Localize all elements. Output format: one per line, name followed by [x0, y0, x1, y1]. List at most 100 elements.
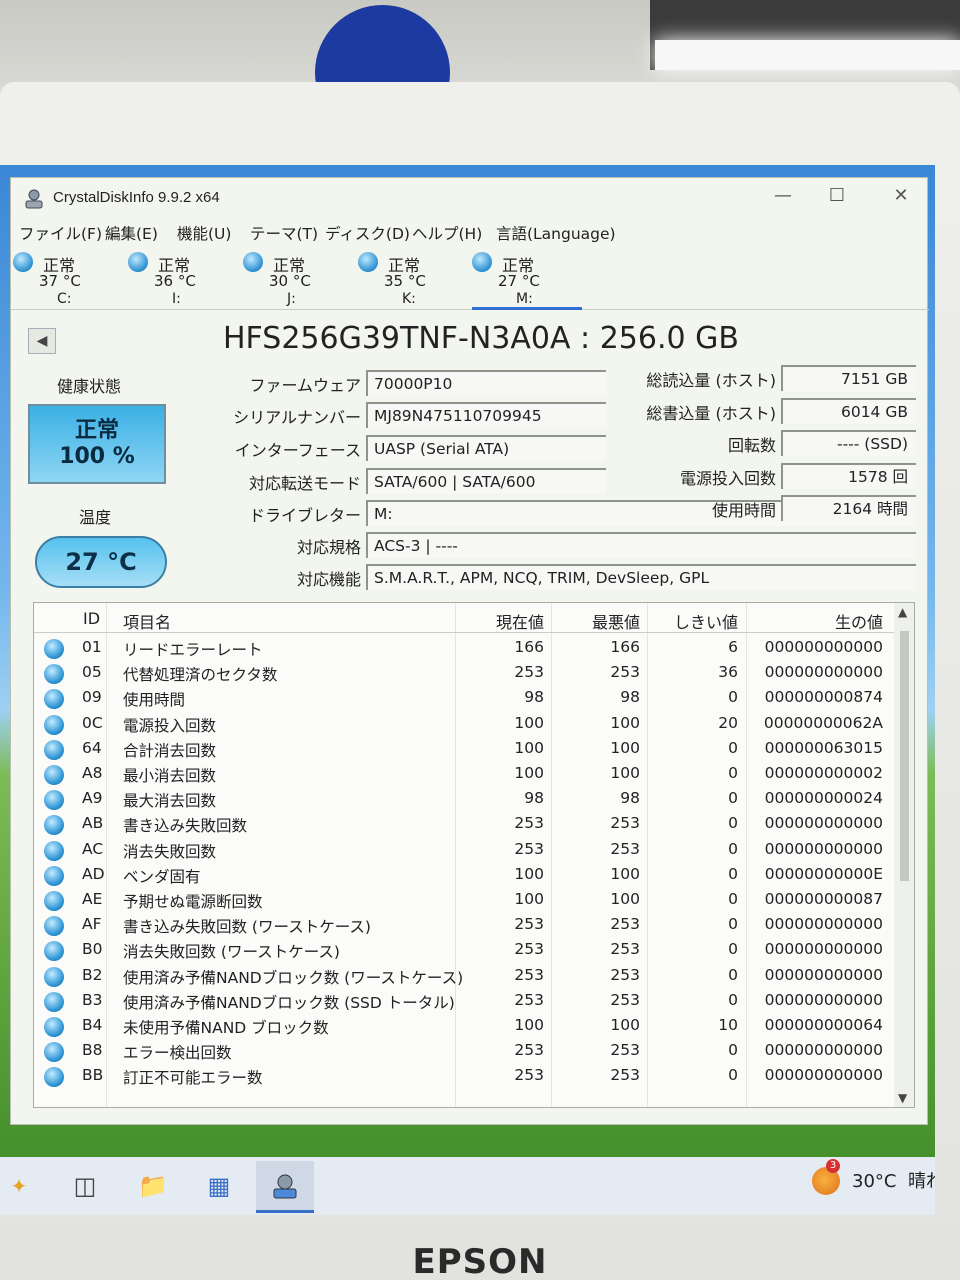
- table-row[interactable]: 0C 電源投入回数 100 100 20 00000000062A: [34, 712, 894, 737]
- interface-label: インターフェース: [234, 441, 361, 460]
- cell-worst: 253: [610, 1066, 640, 1085]
- menu-language[interactable]: 言語(Language): [496, 222, 616, 244]
- cell-raw: 000000000000: [764, 1041, 883, 1060]
- cell-current: 253: [514, 1066, 544, 1085]
- menu-disk[interactable]: ディスク(D): [325, 222, 410, 244]
- status-orb-icon: [243, 252, 263, 272]
- task-view-icon[interactable]: ◫: [68, 1169, 102, 1203]
- cell-current: 100: [514, 890, 544, 908]
- cell-id: B3: [82, 990, 103, 1009]
- header-id[interactable]: ID: [83, 609, 100, 628]
- close-icon[interactable]: ✕: [881, 181, 921, 211]
- cell-raw: 00000000000E: [764, 864, 883, 883]
- table-row[interactable]: 64 合計消去回数 100 100 0 000000063015: [34, 737, 894, 762]
- cell-id: AB: [82, 814, 104, 833]
- header-current[interactable]: 現在値: [454, 609, 544, 633]
- table-row[interactable]: B0 消去失敗回数 (ワーストケース) 253 253 0 000000000000: [34, 938, 894, 963]
- table-row[interactable]: B2 使用済み予備NANDブロック数 (ワーストケース) 253 253 0 000000…: [34, 964, 894, 989]
- cell-id: B8: [82, 1041, 103, 1060]
- status-orb-icon: [44, 916, 64, 937]
- scroll-down-icon[interactable]: ▼: [898, 1091, 907, 1105]
- table-row[interactable]: B3 使用済み予備NANDブロック数 (SSD トータル) 253 253 0 00000…: [34, 989, 894, 1014]
- cell-worst: 253: [610, 940, 640, 959]
- scroll-up-icon[interactable]: ▲: [898, 605, 907, 619]
- header-raw[interactable]: 生の値: [745, 609, 883, 633]
- disk-temp: 30 °C: [269, 272, 311, 290]
- control-panel-icon[interactable]: ▦: [202, 1169, 236, 1203]
- cell-id: 05: [82, 663, 102, 682]
- cell-current: 100: [514, 864, 544, 883]
- cell-attribute: 使用済み予備NANDブロック数 (SSD トータル): [123, 993, 455, 1012]
- health-status: 正常: [74, 418, 119, 443]
- disk-tab-i[interactable]: 正常 36 °C I:: [128, 248, 238, 310]
- cell-id: 64: [82, 738, 102, 757]
- cell-raw: 000000000002: [764, 764, 883, 782]
- power-on-hours-label: 使用時間: [711, 501, 776, 520]
- cell-current: 253: [514, 1041, 544, 1060]
- status-orb-icon: [44, 639, 64, 659]
- table-row[interactable]: AC 消去失敗回数 253 253 0 000000000000: [34, 838, 894, 863]
- table-row[interactable]: BB 訂正不可能エラー数 253 253 0 000000000000: [34, 1064, 894, 1089]
- cell-worst: 100: [610, 864, 640, 883]
- table-row[interactable]: A8 最小消去回数 100 100 0 000000000002: [34, 762, 894, 787]
- monitor-brand-logo: EPSON: [412, 1242, 548, 1280]
- cell-raw: 00000000062A: [763, 713, 883, 732]
- crystaldiskinfo-taskbar-button[interactable]: [256, 1161, 314, 1213]
- cell-id: BB: [82, 1066, 104, 1085]
- table-row[interactable]: 01 リードエラーレート 166 166 6 000000000000: [34, 636, 894, 661]
- scroll-thumb[interactable]: [900, 631, 909, 881]
- minimize-icon[interactable]: —: [763, 181, 803, 211]
- menu-help[interactable]: ヘルプ(H): [412, 222, 482, 244]
- cell-attribute: ベンダ固有: [123, 867, 201, 886]
- table-row[interactable]: B4 未使用予備NAND ブロック数 100 100 10 000000000064: [34, 1014, 894, 1039]
- smart-table: ID 項目名 現在値 最悪値 しきい値 生の値 01 リードエラーレート 166 16…: [33, 602, 915, 1108]
- drive-letter-label: ドライブレター: [248, 506, 361, 525]
- menu-theme[interactable]: テーマ(T): [250, 222, 318, 244]
- cell-worst: 100: [610, 1016, 640, 1034]
- table-scrollbar[interactable]: ▲ ▼: [894, 603, 914, 1107]
- widgets-icon[interactable]: ✦: [2, 1169, 36, 1203]
- maximize-icon[interactable]: ☐: [817, 181, 857, 211]
- disk-tab-m[interactable]: 正常 27 °C M:: [472, 248, 582, 310]
- table-row[interactable]: A9 最大消去回数 98 98 0 000000000024: [34, 787, 894, 812]
- table-row[interactable]: AF 書き込み失敗回数 (ワーストケース) 253 253 0 000000000000: [34, 913, 894, 938]
- table-row[interactable]: B8 エラー検出回数 253 253 0 000000000000: [34, 1039, 894, 1064]
- cell-current: 253: [514, 839, 544, 858]
- table-row[interactable]: 09 使用時間 98 98 0 000000000874: [34, 686, 894, 711]
- cell-id: AD: [82, 864, 105, 883]
- taskbar: ✦ ◫ 📁 ▦ 3 30°C 晴れの: [0, 1157, 935, 1215]
- disk-tab-k[interactable]: 正常 35 °C K:: [358, 248, 468, 310]
- cell-id: AF: [82, 915, 102, 934]
- disk-letter: K:: [402, 291, 416, 307]
- transfer-mode-value: SATA/600 | SATA/600: [366, 468, 606, 494]
- health-status-box: 正常 100 %: [28, 404, 166, 484]
- cell-worst: 253: [610, 915, 640, 934]
- standard-label: 対応規格: [296, 538, 361, 557]
- cell-threshold: 0: [728, 1041, 738, 1060]
- menu-file[interactable]: ファイル(F): [19, 222, 102, 244]
- power-on-count-value: 1578 回: [781, 463, 916, 489]
- status-orb-icon: [128, 252, 148, 272]
- table-row[interactable]: AB 書き込み失敗回数 253 253 0 000000000000: [34, 812, 894, 837]
- header-worst[interactable]: 最悪値: [550, 609, 640, 633]
- menu-function[interactable]: 機能(U): [177, 222, 231, 244]
- cell-id: B0: [82, 940, 103, 959]
- file-explorer-icon[interactable]: 📁: [136, 1169, 170, 1203]
- cell-raw: 000000000000: [764, 638, 883, 656]
- cell-attribute: 合計消去回数: [123, 741, 217, 760]
- weather-text[interactable]: 30°C 晴れの: [852, 1167, 935, 1193]
- table-row[interactable]: 05 代替処理済のセクタ数 253 253 36 000000000000: [34, 661, 894, 686]
- disk-tab-c[interactable]: 正常 37 °C C:: [13, 248, 123, 310]
- previous-disk-button[interactable]: ◀: [28, 328, 56, 354]
- cell-raw: 000000000000: [764, 814, 883, 833]
- table-row[interactable]: AE 予期せぬ電源断回数 100 100 0 000000000087: [34, 888, 894, 913]
- title-bar[interactable]: CrystalDiskInfo 9.9.2 x64 — ☐ ✕: [11, 178, 927, 218]
- table-row[interactable]: AD ベンダ固有 100 100 0 00000000000E: [34, 863, 894, 888]
- status-orb-icon: [44, 790, 64, 811]
- menu-edit[interactable]: 編集(E): [105, 222, 158, 244]
- cell-worst: 98: [620, 789, 640, 808]
- header-attribute[interactable]: 項目名: [123, 609, 171, 633]
- cell-raw: 000000000000: [764, 940, 883, 959]
- header-threshold[interactable]: しきい値: [646, 609, 738, 633]
- disk-tab-j[interactable]: 正常 30 °C J:: [243, 248, 353, 310]
